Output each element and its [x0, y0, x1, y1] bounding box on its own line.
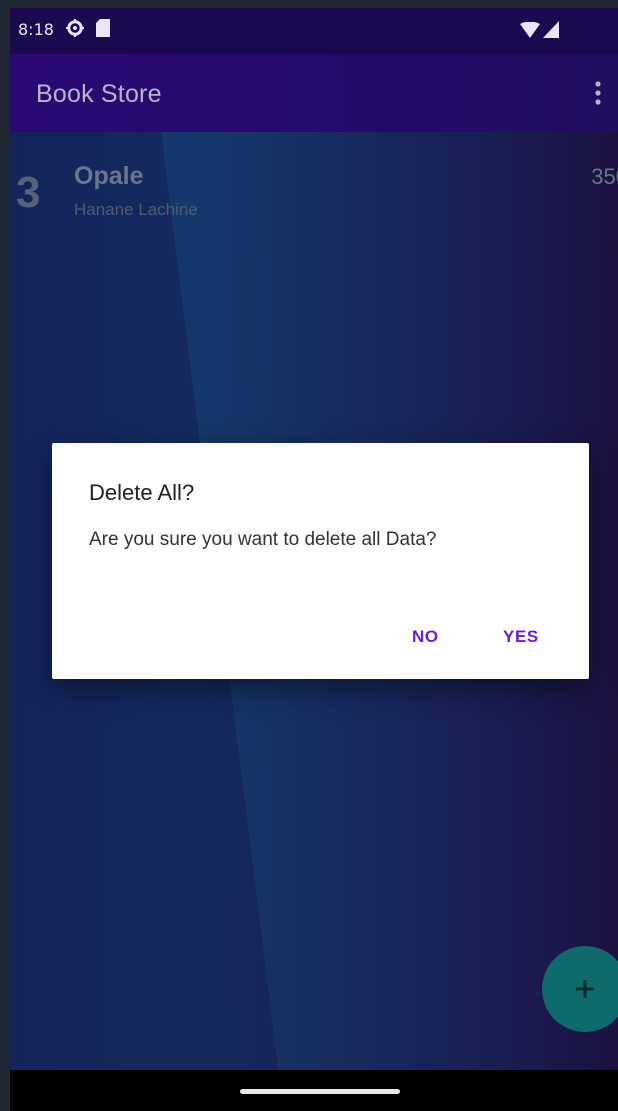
- no-button[interactable]: NO: [412, 627, 439, 647]
- status-time: 8:18: [18, 20, 54, 39]
- yes-button[interactable]: YES: [503, 627, 539, 647]
- delete-all-dialog: Delete All? Are you sure you want to del…: [52, 443, 589, 679]
- book-price: 350: [591, 164, 618, 189]
- app-bar: Book Store: [10, 54, 618, 132]
- dialog-message: Are you sure you want to delete all Data…: [89, 529, 437, 550]
- book-title: Opale: [74, 162, 144, 190]
- gear-icon: [66, 19, 84, 37]
- app-title: Book Store: [36, 80, 162, 108]
- add-book-button[interactable]: [542, 946, 618, 1032]
- signal-icon: [543, 21, 559, 38]
- book-author: Hanane Lachine: [74, 200, 198, 219]
- book-id: 3: [16, 168, 41, 217]
- device-screen: 8:18 Book Store 3 Opale Hanane Lachine 3…: [10, 8, 618, 1111]
- navigation-bar: [10, 1070, 618, 1111]
- dialog-title: Delete All?: [89, 480, 195, 505]
- more-vert-icon[interactable]: [588, 78, 608, 108]
- sd-card-icon: [96, 19, 110, 37]
- plus-icon: [576, 980, 594, 998]
- home-handle[interactable]: [240, 1089, 400, 1094]
- status-bar: 8:18: [10, 8, 618, 54]
- wifi-icon: [520, 22, 540, 38]
- list-item[interactable]: 3 Opale Hanane Lachine 350: [10, 132, 618, 232]
